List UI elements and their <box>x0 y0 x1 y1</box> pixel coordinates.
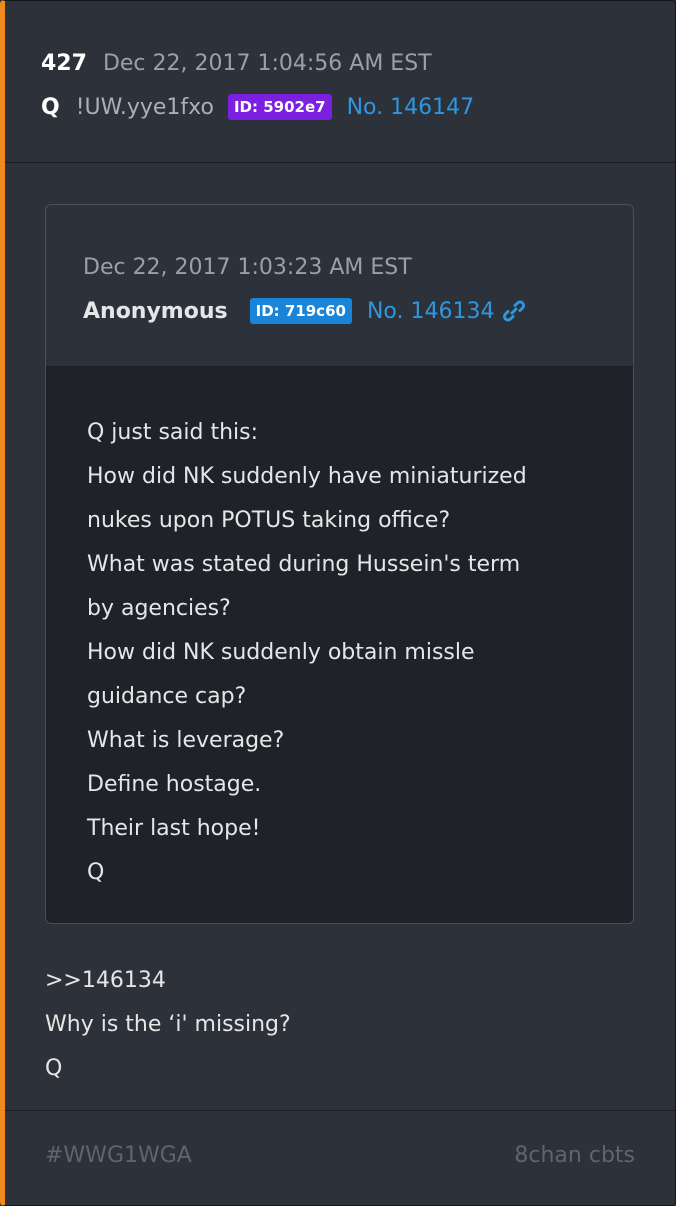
post-card: 427 Dec 22, 2017 1:04:56 AM EST Q !UW.yy… <box>0 0 676 1206</box>
post-id-badge: ID: 5902e7 <box>227 94 332 120</box>
quoted-body-line: How did NK suddenly obtain missle <box>87 640 475 665</box>
post-body-line: Why is the ‘i' missing? <box>45 1012 291 1037</box>
quoted-body-line: What was stated during Hussein's term <box>87 552 521 577</box>
quoted-meta-row: Dec 22, 2017 1:03:23 AM EST <box>83 249 412 285</box>
quoted-id-badge: ID: 719c60 <box>249 298 352 324</box>
post-tripcode: !UW.yye1fxo <box>75 94 214 120</box>
post-timestamp: Dec 22, 2017 1:04:56 AM EST <box>102 50 432 76</box>
quoted-body-line: by agencies? <box>87 596 231 621</box>
post-number-link[interactable]: No. 146147 <box>347 95 475 120</box>
quoted-body-line: Their last hope! <box>87 816 261 841</box>
quoted-post-body: Q just said this: How did NK suddenly ha… <box>46 367 633 923</box>
quoted-author: Anonymous <box>83 298 228 324</box>
board-name: 8chan cbts <box>514 1143 635 1168</box>
quoted-post-header: Dec 22, 2017 1:03:23 AM EST Anonymous ID… <box>46 205 633 367</box>
quoted-body-line: Q just said this: <box>87 420 259 445</box>
quoted-timestamp: Dec 22, 2017 1:03:23 AM EST <box>83 254 412 280</box>
post-number: 427 <box>41 50 87 76</box>
quoted-body-line: Define hostage. <box>87 772 262 797</box>
quoted-body-line: How did NK suddenly have miniaturized <box>87 464 527 489</box>
post-author-row: Q !UW.yye1fxo ID: 5902e7 No. 146147 <box>41 89 474 125</box>
quoted-body-line: What is leverage? <box>87 728 285 753</box>
post-author: Q <box>41 94 60 120</box>
post-header: 427 Dec 22, 2017 1:04:56 AM EST Q !UW.yy… <box>5 1 675 163</box>
quoted-post: Dec 22, 2017 1:03:23 AM EST Anonymous ID… <box>45 204 634 924</box>
quoted-body-line: Q <box>87 860 105 885</box>
quoted-number-link[interactable]: No. 146134 <box>367 299 495 324</box>
hashtag-tag: #WWG1WGA <box>45 1143 192 1168</box>
quoted-body-line: nukes upon POTUS taking office? <box>87 508 451 533</box>
quoted-body-line: guidance cap? <box>87 684 247 709</box>
post-body-line: Q <box>45 1056 63 1081</box>
reply-quote-link[interactable]: >>146134 <box>45 959 645 1003</box>
post-footer: #WWG1WGA 8chan cbts <box>5 1110 675 1205</box>
quoted-author-row: Anonymous ID: 719c60 No. 146134 <box>83 293 526 329</box>
post-body: >>146134 Why is the ‘i' missing? Q <box>45 959 645 1091</box>
post-meta-row: 427 Dec 22, 2017 1:04:56 AM EST <box>41 45 432 81</box>
link-icon[interactable] <box>502 299 526 323</box>
